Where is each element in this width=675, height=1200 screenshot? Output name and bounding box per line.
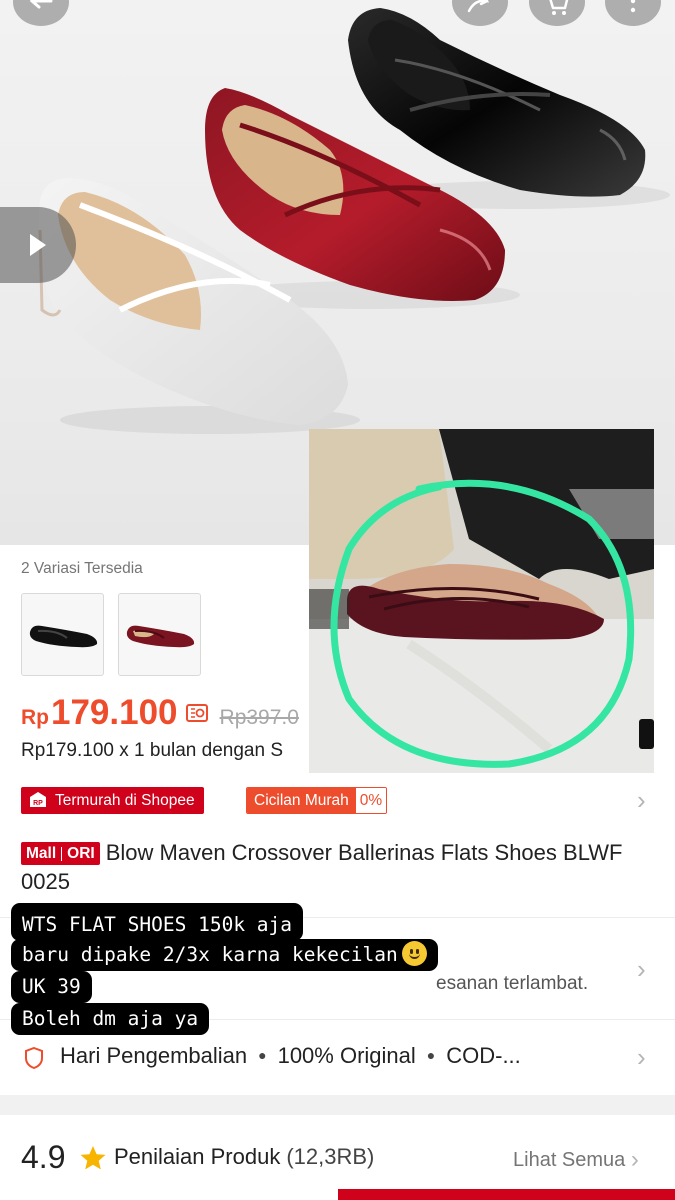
price-guarantee-icon: RP — [30, 791, 46, 807]
installment-info: Rp179.100 x 1 bulan dengan S — [21, 740, 283, 761]
overlay-line-1: WTS FLAT SHOES 150k aja — [11, 903, 304, 941]
original-price: Rp397.0 — [219, 706, 299, 729]
cicilan-percent: 0% — [355, 788, 387, 813]
product-title-block: Mall ORI Blow Maven Crossover Ballerinas … — [21, 838, 661, 896]
cod-guarantee: COD-... — [446, 1043, 521, 1068]
chevron-right-icon[interactable]: › — [637, 787, 646, 813]
voucher-tag-icon — [185, 704, 208, 722]
variations-label: 2 Variasi Tersedia — [21, 560, 143, 577]
mall-ori-badge: Mall ORI — [21, 842, 100, 865]
overlay-line-2-wrap: baru dipake 2/3x karna kekecilan — [11, 939, 438, 971]
maroon-shoe-thumbnail — [126, 625, 195, 648]
smile-emoji-icon — [401, 941, 427, 966]
see-all-reviews-link[interactable]: Lihat Semua › — [513, 1146, 639, 1174]
original-guarantee: 100% Original — [277, 1043, 416, 1068]
more-vertical-icon — [630, 0, 636, 13]
ori-label: ORI — [67, 845, 95, 862]
user-photo-inset — [309, 429, 654, 773]
overlay-line-2: baru dipake 2/3x karna kekecilan — [22, 943, 398, 966]
variation-thumb-maroon[interactable] — [118, 593, 201, 676]
cicilan-label: Cicilan Murah — [247, 788, 356, 813]
shipping-note: esanan terlambat. — [436, 973, 589, 994]
price-row: Rp 179.100 Rp397.0 — [21, 693, 299, 733]
rating-count: (12,3RB) — [286, 1144, 375, 1169]
product-title: Blow Maven Crossover Ballerinas Flats Sh… — [21, 840, 623, 894]
chevron-right-icon[interactable]: › — [637, 1044, 646, 1070]
story-text-overlay: WTS FLAT SHOES 150k aja baru dipake 2/3x… — [11, 903, 438, 1035]
termurah-badge[interactable]: RP Termurah di Shopee — [21, 787, 204, 814]
overlay-line-3: UK 39 — [11, 971, 92, 1003]
section-gap — [0, 1095, 675, 1115]
black-shoe-thumbnail — [29, 625, 98, 648]
bottom-action-bar[interactable] — [338, 1189, 675, 1200]
worn-shoe-photo — [309, 429, 654, 773]
see-all-label: Lihat Semua — [513, 1149, 626, 1171]
returns-guarantee: Hari Pengembalian — [60, 1043, 248, 1068]
price-value: 179.100 — [51, 693, 178, 732]
play-icon — [30, 234, 46, 256]
share-icon — [467, 0, 489, 13]
play-video-button[interactable] — [0, 207, 76, 283]
price-guarantee-icon-text: RP — [33, 800, 43, 807]
rating-label: Penilaian Produk — [114, 1144, 281, 1169]
arrow-left-icon — [29, 0, 53, 9]
rating-header: Penilaian Produk (12,3RB) — [114, 1144, 374, 1170]
variation-thumb-black[interactable] — [21, 593, 104, 676]
chevron-right-icon[interactable]: › — [637, 956, 646, 982]
guarantee-row[interactable]: Hari Pengembalian ● 100% Original ● COD-... — [60, 1043, 521, 1069]
shield-icon — [25, 1047, 43, 1069]
star-icon — [80, 1146, 106, 1170]
termurah-label: Termurah di Shopee — [55, 791, 195, 809]
price-currency: Rp — [21, 706, 49, 729]
cart-icon — [549, 0, 569, 15]
cicilan-badge[interactable]: Cicilan Murah 0% — [246, 787, 388, 814]
rating-score: 4.9 — [21, 1139, 66, 1175]
overlay-line-4: Boleh dm aja ya — [11, 1003, 210, 1035]
chevron-right-icon: › — [630, 1146, 639, 1173]
mall-label: Mall — [26, 845, 57, 862]
